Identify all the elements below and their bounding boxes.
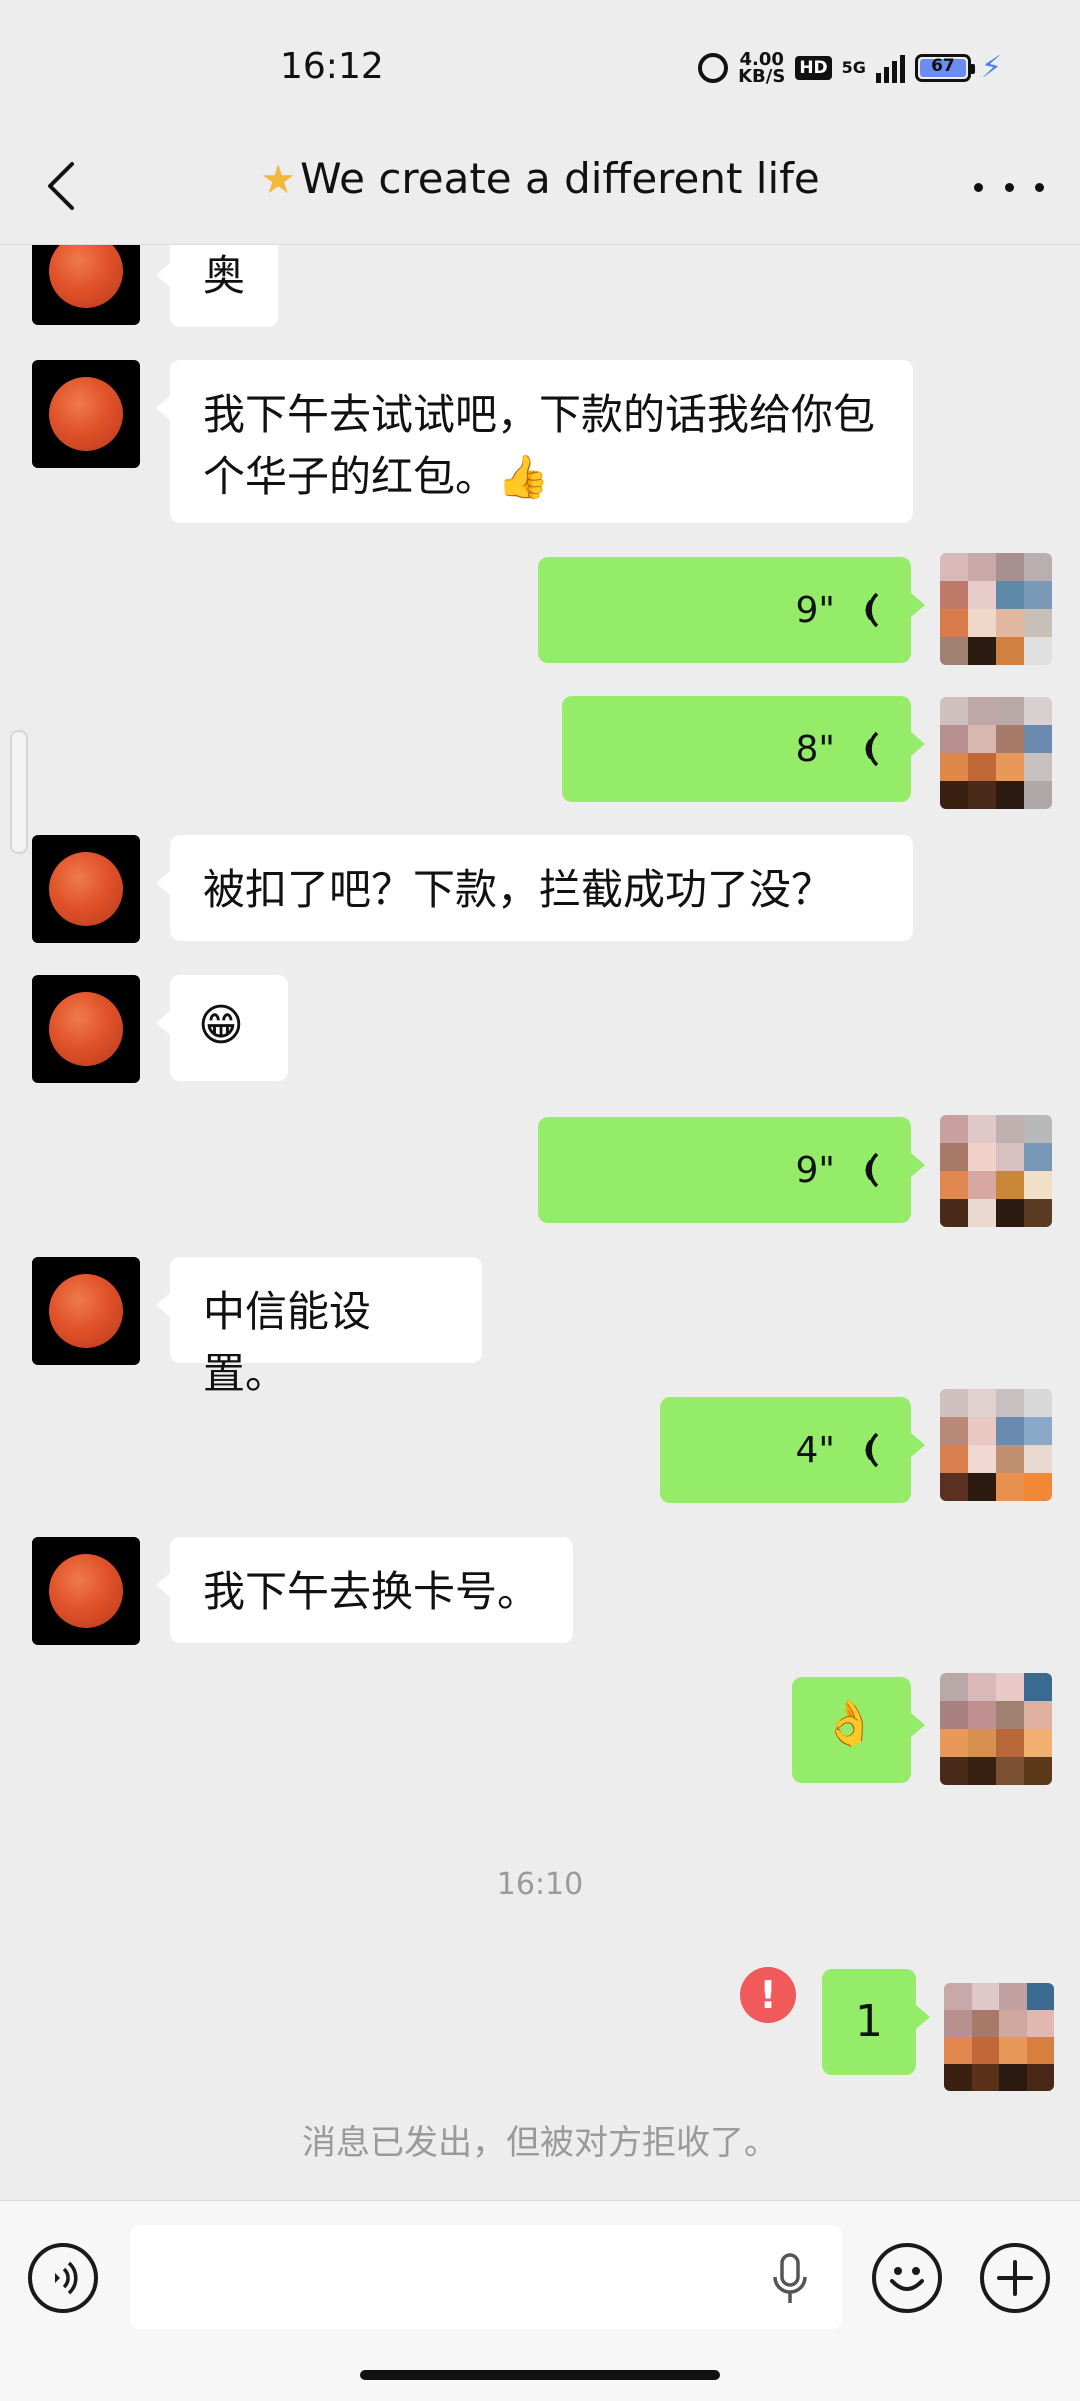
scroll-handle[interactable] [10, 730, 28, 854]
signal-icon [875, 53, 905, 83]
avatar-self[interactable] [940, 1673, 1052, 1785]
battery-icon: 67 [914, 53, 975, 82]
chat-title: ★We create a different life [0, 154, 1080, 203]
plus-icon [997, 2260, 1033, 2296]
status-icons: 4.00 KB/S HD 5G 67 ⚡ [698, 50, 1002, 85]
avatar-self[interactable] [940, 1389, 1052, 1501]
more-dot [1004, 182, 1014, 192]
net-speed-value: 4.00 [739, 48, 784, 70]
avatar-self[interactable] [940, 553, 1052, 665]
message-timestamp: 16:10 [496, 1867, 584, 1902]
voice-message[interactable]: 8" [562, 696, 925, 802]
battery-level: 67 [931, 55, 955, 76]
smiley-icon [890, 2267, 924, 2291]
hd-badge: HD [795, 55, 832, 80]
more-functions-button[interactable] [980, 2243, 1050, 2313]
avatar[interactable] [32, 360, 140, 468]
network-type: 5G [841, 58, 866, 77]
avatar[interactable] [32, 1537, 140, 1645]
more-button[interactable] [974, 162, 1044, 212]
voice-wave-icon [865, 1432, 879, 1468]
avatar-self[interactable] [940, 1115, 1052, 1227]
chat-messages[interactable]: 奥 我下午去试试吧，下款的话我给你包个华子的红包。👍 9" 8" 被扣了吧？下款… [0, 245, 1080, 2200]
voice-input-button[interactable] [28, 2243, 98, 2313]
send-failed-icon[interactable]: ! [740, 1967, 796, 2023]
voice-message[interactable]: 9" [538, 557, 925, 663]
voice-duration: 8" [795, 728, 835, 770]
grin-emoji: 😁 [198, 1000, 244, 1051]
message-bubble-text[interactable]: 被扣了吧？下款，拦截成功了没？ [156, 835, 913, 941]
voice-duration: 4" [795, 1429, 835, 1471]
star-icon: ★ [260, 157, 297, 203]
emoji-button[interactable] [872, 2243, 942, 2313]
avatar[interactable] [32, 975, 140, 1083]
avatar[interactable] [32, 1257, 140, 1365]
net-speed-unit: KB/S [738, 65, 786, 87]
voice-duration: 9" [795, 1149, 835, 1191]
chat-header: ★We create a different life [0, 140, 1080, 240]
voice-wave-icon [865, 1152, 879, 1188]
voice-wave-icon [55, 2261, 78, 2295]
alarm-icon [698, 52, 729, 83]
voice-duration: 9" [795, 589, 835, 631]
message-bubble-text[interactable]: 1 [822, 1969, 930, 2075]
message-bubble-text[interactable]: 我下午去试试吧，下款的话我给你包个华子的红包。👍 [156, 360, 913, 523]
avatar[interactable] [32, 245, 140, 325]
net-speed: 4.00 KB/S [738, 48, 786, 87]
charging-icon: ⚡ [980, 50, 1002, 85]
emoji-message[interactable]: 😁 [156, 975, 288, 1081]
message-bubble-text[interactable]: 我下午去换卡号。 [156, 1537, 573, 1643]
emoji-message[interactable]: 👌 [792, 1677, 925, 1783]
message-bubble-text[interactable]: 中信能设置。 [156, 1257, 482, 1398]
chat-title-text: We create a different life [300, 154, 820, 203]
ok-hand-emoji: 👌 [822, 1698, 877, 1749]
more-dot [974, 182, 983, 192]
avatar[interactable] [32, 835, 140, 943]
voice-wave-icon [865, 592, 879, 628]
home-indicator[interactable] [360, 2370, 720, 2380]
message-bubble-text[interactable]: 奥 [155, 245, 279, 327]
status-time: 16:12 [280, 46, 384, 87]
avatar-self[interactable] [940, 697, 1052, 809]
avatar-self[interactable] [944, 1983, 1054, 2091]
voice-message[interactable]: 9" [538, 1117, 925, 1223]
voice-wave-icon [865, 731, 879, 767]
rejected-notice: 消息已发出，但被对方拒收了。 [302, 2123, 778, 2163]
more-dot [1035, 182, 1044, 192]
status-bar: 16:12 4.00 KB/S HD 5G 67 ⚡ [0, 0, 1080, 140]
message-input[interactable] [130, 2225, 842, 2329]
voice-message[interactable]: 4" [660, 1397, 925, 1503]
microphone-icon[interactable] [770, 2251, 810, 2307]
